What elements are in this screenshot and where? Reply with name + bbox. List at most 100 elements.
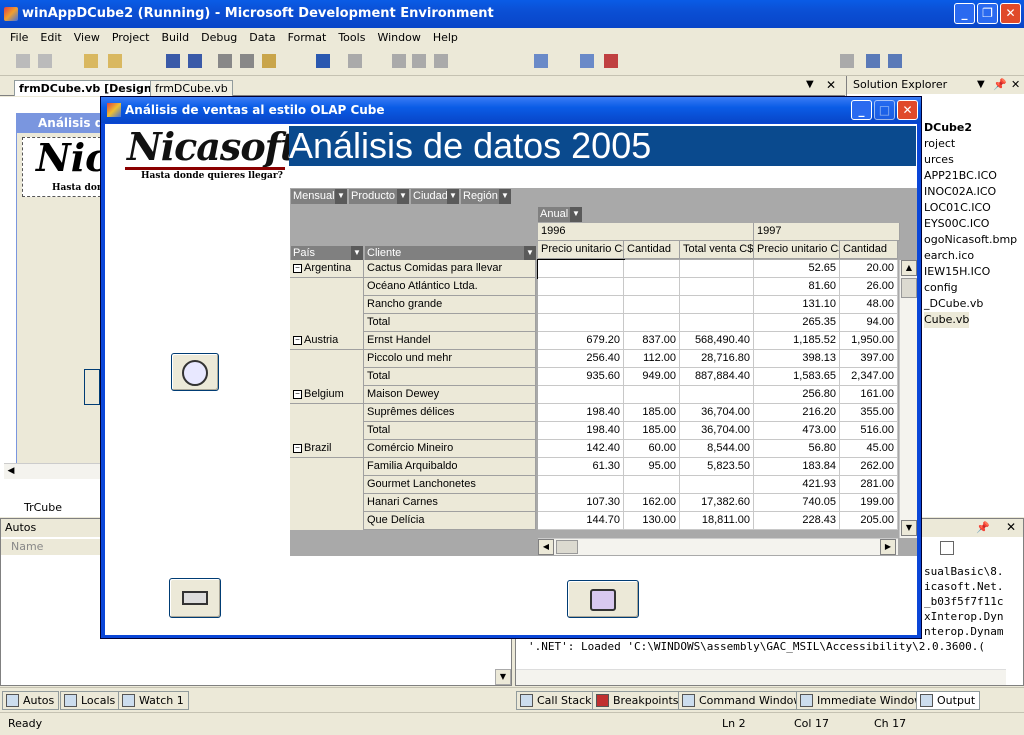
solution-item[interactable]: DCube2 — [924, 120, 972, 136]
tab-breakpoints[interactable]: Breakpoints — [592, 691, 684, 710]
filter-field-mensual[interactable]: Mensual ▼ — [291, 189, 347, 204]
filter-field-ciudad[interactable]: Ciudad ▼ — [411, 189, 459, 204]
pin-icon[interactable]: 📌 — [993, 76, 1007, 94]
value-cell[interactable]: 205.00 — [840, 512, 898, 530]
country-cell[interactable]: − Austria — [290, 332, 364, 350]
client-cell[interactable]: Familia Arquibaldo — [364, 458, 536, 476]
menu-tools[interactable]: Tools — [332, 28, 371, 48]
value-cell[interactable]: 740.05 — [754, 494, 840, 512]
value-cell[interactable]: 281.00 — [840, 476, 898, 494]
copy-icon[interactable] — [240, 54, 254, 68]
value-cell[interactable]: 679.20 — [538, 332, 624, 350]
value-cell[interactable]: 216.20 — [754, 404, 840, 422]
hscroll-thumb[interactable] — [556, 540, 578, 554]
menu-data[interactable]: Data — [243, 28, 281, 48]
value-cell[interactable]: 256.80 — [754, 386, 840, 404]
continue-icon[interactable] — [392, 54, 406, 68]
filter-field-region[interactable]: Región ▼ — [461, 189, 511, 204]
value-cell[interactable]: 198.40 — [538, 422, 624, 440]
exit-button[interactable] — [567, 580, 639, 618]
tab-output[interactable]: Output — [916, 691, 981, 710]
value-cell[interactable]: 935.60 — [538, 368, 624, 386]
value-cell[interactable] — [680, 296, 754, 314]
class-view-icon[interactable] — [888, 54, 902, 68]
chevron-down-icon[interactable]: ▼ — [570, 207, 582, 222]
menu-window[interactable]: Window — [371, 28, 426, 48]
value-cell[interactable]: 94.00 — [840, 314, 898, 332]
value-cell[interactable] — [680, 278, 754, 296]
break-all-icon[interactable] — [412, 54, 426, 68]
scroll-down-icon[interactable]: ▼ — [901, 520, 917, 536]
value-cell[interactable]: 142.40 — [538, 440, 624, 458]
value-cell[interactable]: 52.65 — [754, 260, 840, 278]
value-cell[interactable]: 131.10 — [754, 296, 840, 314]
tab-list-icon[interactable]: ▼ — [806, 79, 814, 90]
value-cell[interactable] — [624, 260, 680, 278]
chevron-down-icon[interactable]: ▼ — [447, 189, 459, 204]
value-cell[interactable]: 8,544.00 — [680, 440, 754, 458]
client-cell[interactable]: Gourmet Lanchonetes — [364, 476, 536, 494]
value-cell[interactable]: 61.30 — [538, 458, 624, 476]
scroll-down-icon[interactable]: ▼ — [495, 669, 511, 685]
value-cell[interactable] — [624, 296, 680, 314]
collapse-icon[interactable]: − — [293, 263, 302, 273]
tab-code[interactable]: frmDCube.vb — [150, 80, 233, 96]
client-cell[interactable]: Hanari Carnes — [364, 494, 536, 512]
value-cell[interactable] — [624, 278, 680, 296]
value-cell[interactable]: 112.00 — [624, 350, 680, 368]
minimize-button[interactable]: _ — [954, 3, 975, 24]
value-cell[interactable]: 60.00 — [624, 440, 680, 458]
value-cell[interactable] — [538, 476, 624, 494]
menu-view[interactable]: View — [68, 28, 106, 48]
value-cell[interactable]: 48.00 — [840, 296, 898, 314]
clear-all-icon[interactable] — [940, 541, 954, 555]
value-cell[interactable] — [624, 386, 680, 404]
close-panel-icon[interactable]: ✕ — [1006, 520, 1016, 534]
solution-item[interactable]: LOC01C.ICO — [924, 200, 991, 216]
stop-debugging-icon[interactable] — [434, 54, 448, 68]
value-cell[interactable]: 26.00 — [840, 278, 898, 296]
client-cell[interactable]: Comércio Mineiro — [364, 440, 536, 458]
value-cell[interactable]: 17,382.60 — [680, 494, 754, 512]
menu-build[interactable]: Build — [155, 28, 195, 48]
cut-icon[interactable] — [218, 54, 232, 68]
dialog-close-button[interactable]: ✕ — [897, 100, 918, 120]
value-cell[interactable]: 36,704.00 — [680, 422, 754, 440]
client-cell[interactable]: Total — [364, 422, 536, 440]
filter-field-producto[interactable]: Producto ▼ — [349, 189, 409, 204]
client-cell[interactable]: Que Delícia — [364, 512, 536, 530]
client-cell[interactable]: Total — [364, 314, 536, 332]
dialog-minimize-button[interactable]: _ — [851, 100, 872, 120]
collapse-icon[interactable]: − — [293, 443, 302, 453]
value-cell[interactable]: 162.00 — [624, 494, 680, 512]
tab-locals[interactable]: Locals — [60, 691, 121, 710]
value-cell[interactable]: 949.00 — [624, 368, 680, 386]
chevron-down-icon[interactable]: ▼ — [499, 189, 511, 204]
solution-item[interactable]: _DCube.vb — [924, 296, 983, 312]
chevron-down-icon[interactable]: ▼ — [397, 189, 409, 204]
value-cell[interactable]: 516.00 — [840, 422, 898, 440]
solution-item-selected[interactable]: Cube.vb — [924, 312, 970, 328]
save-all-icon[interactable] — [188, 54, 202, 68]
pivot-hscroll[interactable]: ◀ ▶ — [538, 538, 898, 555]
find-icon[interactable] — [534, 54, 548, 68]
value-cell[interactable]: 18,811.00 — [680, 512, 754, 530]
open-icon[interactable] — [84, 54, 98, 68]
close-button[interactable]: ✕ — [1000, 3, 1021, 24]
client-cell[interactable]: Suprêmes délices — [364, 404, 536, 422]
solution-item[interactable]: roject — [924, 136, 955, 152]
value-cell[interactable]: 185.00 — [624, 422, 680, 440]
chevron-down-icon[interactable]: ▼ — [335, 189, 347, 204]
value-cell[interactable]: 887,884.40 — [680, 368, 754, 386]
value-cell[interactable]: 256.40 — [538, 350, 624, 368]
vscroll-thumb[interactable] — [901, 278, 917, 298]
client-cell[interactable]: Piccolo und mehr — [364, 350, 536, 368]
close-panel-icon[interactable]: ✕ — [1011, 76, 1020, 94]
toolbox-icon[interactable] — [580, 54, 594, 68]
value-cell[interactable]: 1,583.65 — [754, 368, 840, 386]
solution-item[interactable]: earch.ico — [924, 248, 974, 264]
value-cell[interactable] — [538, 386, 624, 404]
solution-item[interactable]: urces — [924, 152, 954, 168]
value-cell[interactable]: 2,347.00 — [840, 368, 898, 386]
print-button[interactable] — [169, 578, 221, 618]
